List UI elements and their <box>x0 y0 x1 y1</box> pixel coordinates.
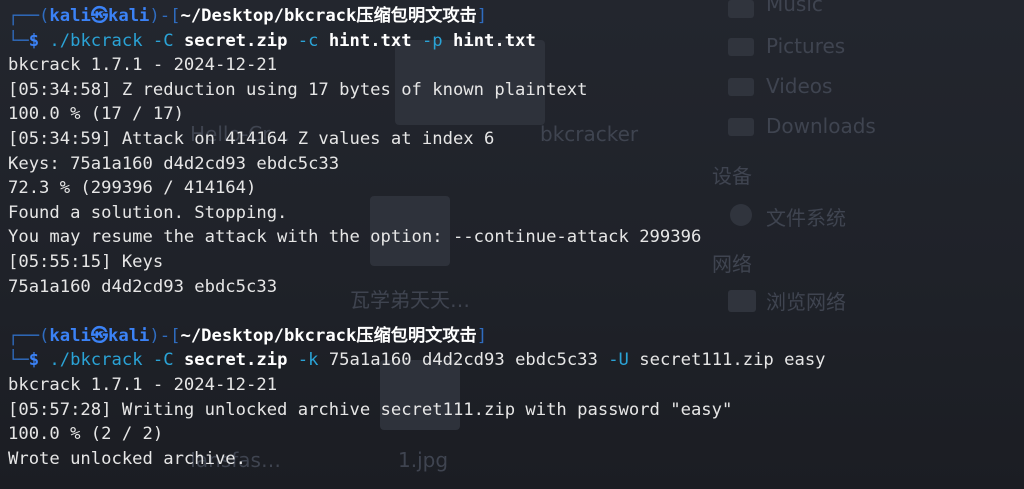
output-line: 72.3 % (299396 / 414164) <box>8 178 257 199</box>
prompt-user: kali <box>49 325 91 346</box>
output-line: Wrote unlocked archive. <box>8 448 246 469</box>
terminal-output[interactable]: ┌──(kali㉿kali)-[~/Desktop/bkcrack压缩包明文攻击… <box>8 4 826 471</box>
prompt-frame-mid: )-[ <box>149 6 181 26</box>
prompt-frame-top: ┌──( <box>8 6 50 26</box>
prompt-cwd: ~/Desktop/bkcrack压缩包明文攻击 <box>180 325 477 346</box>
prompt-at-symbol: ㉿ <box>90 6 109 26</box>
prompt-at-symbol: ㉿ <box>90 325 109 346</box>
prompt-cwd: ~/Desktop/bkcrack压缩包明文攻击 <box>180 6 477 26</box>
prompt-host: kali <box>108 325 150 346</box>
command-token: secret.zip <box>173 350 288 371</box>
prompt-frame-top: ┌──( <box>8 325 50 346</box>
prompt-host: kali <box>108 6 150 26</box>
prompt-frame-end: ] <box>476 325 488 346</box>
prompt-user: kali <box>49 6 91 26</box>
command-token: -k <box>287 350 319 371</box>
command-token: secret111.zip easy <box>628 350 826 371</box>
prompt-frame-end: ] <box>476 6 488 26</box>
command-token: hint.txt <box>442 30 536 51</box>
command-token: -c <box>287 30 319 51</box>
command-line: └─$ ./bkcrack -C secret.zip -c hint.txt … <box>8 29 826 54</box>
command-token: -C <box>142 350 174 371</box>
command-token: hint.txt <box>318 30 412 51</box>
output-line: [05:57:28] Writing unlocked archive secr… <box>8 399 733 420</box>
prompt-frame-bottom: └─ <box>8 30 29 51</box>
output-line: [05:34:58] Z reduction using 17 bytes of… <box>8 79 588 100</box>
command-token: ./bkcrack <box>39 30 143 51</box>
prompt-header: ┌──(kali㉿kali)-[~/Desktop/bkcrack压缩包明文攻击… <box>8 324 826 349</box>
screen: Music Pictures Videos Downloads 设备 文件系统 … <box>0 0 1024 489</box>
output-line: [05:34:59] Attack on 414164 Z values at … <box>8 128 495 149</box>
output-line: 75a1a160 d4d2cd93 ebdc5c33 <box>8 276 278 297</box>
prompt-frame-bottom: └─ <box>8 350 29 371</box>
prompt-header: ┌──(kali㉿kali)-[~/Desktop/bkcrack压缩包明文攻击… <box>8 4 826 29</box>
output-line: bkcrack 1.7.1 - 2024-12-21 <box>8 374 278 395</box>
command-token: ./bkcrack <box>39 350 143 371</box>
output-line: 100.0 % (2 / 2) <box>8 424 164 445</box>
command-token: -U <box>597 350 629 371</box>
output-line: [05:55:15] Keys <box>8 251 164 272</box>
output-line: bkcrack 1.7.1 - 2024-12-21 <box>8 55 278 76</box>
output-line: 100.0 % (17 / 17) <box>8 104 184 125</box>
prompt-dollar: $ <box>28 30 40 51</box>
output-line: Found a solution. Stopping. <box>8 202 288 223</box>
command-line: └─$ ./bkcrack -C secret.zip -k 75a1a160 … <box>8 348 826 373</box>
output-line: You may resume the attack with the optio… <box>8 227 702 248</box>
command-token: -p <box>411 30 443 51</box>
command-token: 75a1a160 d4d2cd93 ebdc5c33 <box>318 350 598 371</box>
prompt-frame-mid: )-[ <box>149 325 181 346</box>
prompt-dollar: $ <box>28 350 40 371</box>
output-line: Keys: 75a1a160 d4d2cd93 ebdc5c33 <box>8 153 340 174</box>
command-token: -C <box>142 30 174 51</box>
command-token: secret.zip <box>173 30 288 51</box>
